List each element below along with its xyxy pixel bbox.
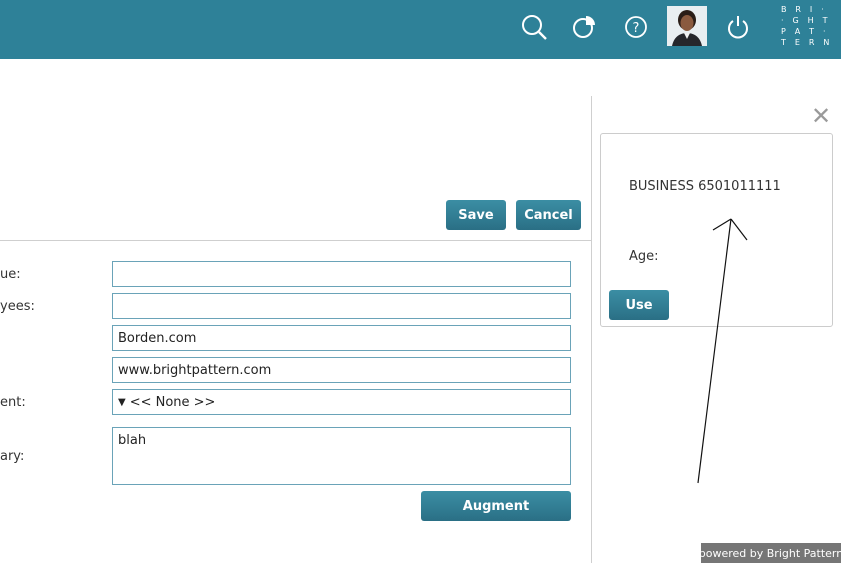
segment-selected-value: << None >> bbox=[129, 394, 216, 410]
segment-label: ent: bbox=[0, 395, 26, 410]
svg-text:?: ? bbox=[633, 21, 640, 36]
domain-field[interactable]: Borden.com bbox=[112, 325, 571, 351]
panel-divider bbox=[591, 96, 592, 563]
caret-down-icon: ▼ bbox=[118, 396, 126, 408]
avatar[interactable] bbox=[667, 6, 707, 46]
age-label: Age: bbox=[629, 249, 659, 264]
employees-label: yees: bbox=[0, 299, 35, 314]
close-icon[interactable]: ✕ bbox=[811, 104, 831, 128]
employees-field[interactable] bbox=[112, 293, 571, 319]
powered-by-badge: powered by Bright Pattern bbox=[699, 543, 841, 563]
revenue-label: ue: bbox=[0, 267, 21, 282]
form-divider bbox=[0, 240, 591, 241]
power-icon[interactable] bbox=[723, 12, 753, 42]
use-button[interactable]: Use bbox=[609, 290, 669, 320]
logo-row: B R I · bbox=[781, 5, 827, 14]
logo-row: P A T · bbox=[781, 27, 829, 36]
summary-textarea[interactable]: blah bbox=[112, 427, 571, 485]
logo-row: · G H T bbox=[781, 16, 831, 25]
revenue-field[interactable] bbox=[112, 261, 571, 287]
search-icon[interactable] bbox=[519, 12, 549, 42]
help-icon[interactable]: ? bbox=[621, 12, 651, 42]
website-field[interactable]: www.brightpattern.com bbox=[112, 357, 571, 383]
match-card: BUSINESS 6501011111 Age: Use bbox=[600, 133, 833, 327]
chart-icon[interactable] bbox=[570, 12, 600, 42]
augment-button[interactable]: Augment bbox=[421, 491, 571, 521]
cancel-button[interactable]: Cancel bbox=[516, 200, 581, 230]
logo-row: T E R N bbox=[781, 38, 833, 47]
segment-select[interactable]: ▼ << None >> bbox=[112, 389, 571, 415]
save-button[interactable]: Save bbox=[446, 200, 506, 230]
phone-text: BUSINESS 6501011111 bbox=[629, 179, 781, 194]
summary-label: ary: bbox=[0, 449, 25, 464]
bright-pattern-logo: B R I · · G H T P A T · T E R N bbox=[781, 4, 833, 48]
top-bar: ? B R I · · G H T P A T · T E R N bbox=[0, 0, 841, 59]
